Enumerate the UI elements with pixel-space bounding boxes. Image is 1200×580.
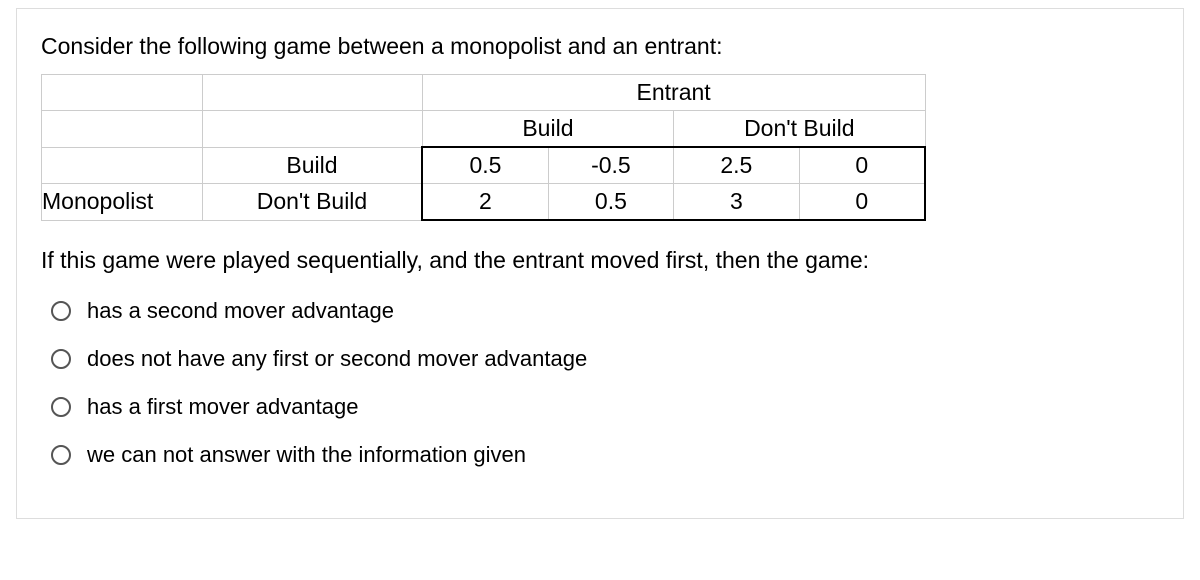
prompt-text: Consider the following game between a mo… [41,33,1159,60]
payoff-cell: 3 [674,184,799,221]
col-header-dont-build: Don't Build [674,111,925,148]
option-label: we can not answer with the information g… [87,442,526,468]
question-text: If this game were played sequentially, a… [41,247,1159,274]
payoff-cell: 0.5 [548,184,673,221]
answer-options: has a second mover advantage does not ha… [51,298,1159,468]
option-2[interactable]: has a first mover advantage [51,394,1159,420]
payoff-matrix: Entrant Build Don't Build Build 0.5 -0.5… [41,74,926,221]
radio-icon [51,397,71,417]
option-label: has a second mover advantage [87,298,394,324]
option-1[interactable]: does not have any first or second mover … [51,346,1159,372]
option-0[interactable]: has a second mover advantage [51,298,1159,324]
row-player-label: Monopolist [42,184,203,221]
option-3[interactable]: we can not answer with the information g… [51,442,1159,468]
payoff-cell: 0.5 [422,147,548,184]
col-header-build: Build [422,111,673,148]
row-header-build: Build [202,147,422,184]
option-label: does not have any first or second mover … [87,346,587,372]
payoff-cell: 0 [799,147,925,184]
radio-icon [51,301,71,321]
payoff-cell: 0 [799,184,925,221]
col-player-label: Entrant [422,75,925,111]
payoff-cell: 2 [422,184,548,221]
payoff-cell: 2.5 [674,147,799,184]
radio-icon [51,445,71,465]
row-header-dont-build: Don't Build [202,184,422,221]
payoff-cell: -0.5 [548,147,673,184]
radio-icon [51,349,71,369]
question-card: Consider the following game between a mo… [16,8,1184,519]
option-label: has a first mover advantage [87,394,358,420]
